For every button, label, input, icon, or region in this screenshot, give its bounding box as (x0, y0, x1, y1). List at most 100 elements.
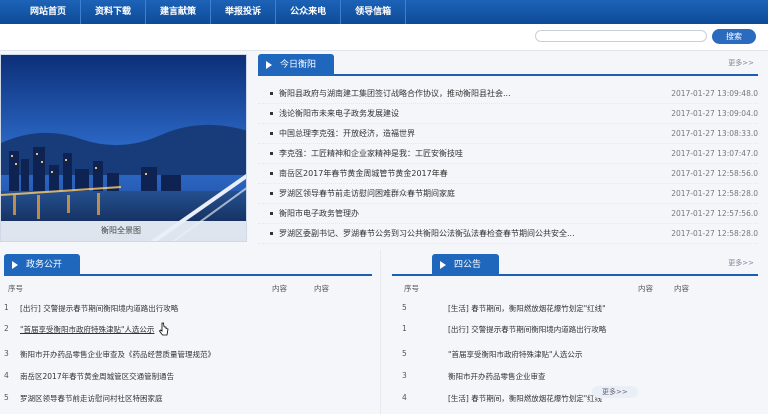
row-text[interactable]: 南岳区2017年春节黄金周城管区交通管制通告 (20, 371, 174, 382)
row-num: 1 (402, 324, 407, 333)
row-num: 5 (4, 393, 9, 402)
news-title[interactable]: 罗湖区领导春节前走访慰问困难群众春节期间家庭 (279, 188, 663, 199)
bullet-icon (270, 112, 273, 115)
row-num: 5 (402, 349, 407, 358)
table-row[interactable]: 4 南岳区2017年春节黄金周城管区交通管制通告 (0, 366, 376, 385)
table-row[interactable]: 5 [生活] 春节期间，衡阳燃放烟花爆竹划定"红线" (398, 298, 758, 317)
news-title[interactable]: 南岳区2017年春节黄金周城管节黄金2017年春 (279, 168, 663, 179)
news-item[interactable]: 罗湖区领导春节前走访慰问困难群众春节期间家庭 2017-01-27 12:58:2… (258, 184, 758, 204)
table-row[interactable]: 5 "首届享受衡阳市政府特殊津贴"人选公示 (398, 344, 758, 363)
search-input[interactable] (535, 30, 707, 42)
tab-today-hengyang[interactable]: 今日衡阳 (258, 54, 335, 76)
header-content-2: 内容 (674, 284, 689, 293)
header-content-2: 内容 (314, 284, 329, 293)
city-photo[interactable]: 衡阳全景图 (0, 54, 247, 242)
news-list: 衡阳县政府与湖南建工集团签订战略合作协议，推动衡阳县社会... 2017-01-2… (258, 84, 758, 244)
notice-more-link[interactable]: 更多>> (728, 258, 754, 268)
arrow-icon (12, 261, 18, 269)
nav-suggestions[interactable]: 建言献策 (146, 0, 212, 24)
row-text[interactable]: [出行] 交警提示春节期间衡阳境内道路出行攻略 (448, 324, 606, 335)
nav-public-calls[interactable]: 公众来电 (276, 0, 342, 24)
news-title[interactable]: 衡阳县政府与湖南建工集团签订战略合作协议，推动衡阳县社会... (279, 88, 663, 99)
header-content: 内容 (638, 284, 653, 293)
news-title[interactable]: 中国总理李克强：开放经济，造福世界 (279, 128, 663, 139)
news-time: 2017-01-27 12:58:56.0 (671, 169, 758, 178)
news-time: 2017-01-27 12:58:28.0 (671, 229, 758, 238)
row-text[interactable]: "首届享受衡阳市政府特殊津贴"人选公示 (448, 349, 582, 360)
news-item[interactable]: 中国总理李克强：开放经济，造福世界 2017-01-27 13:08:33.0 (258, 124, 758, 144)
arrow-icon (440, 261, 446, 269)
gov-table-header: 序号 内容 内容 (4, 280, 372, 296)
nav-leader-mailbox[interactable]: 领导信箱 (341, 0, 407, 24)
search-button[interactable]: 搜索 (712, 29, 756, 44)
row-num: 4 (4, 371, 9, 380)
news-title[interactable]: 衡阳市电子政务管理办 (279, 208, 663, 219)
notice-panel-header: 四公告 更多>> (392, 252, 758, 276)
bullet-icon (270, 232, 273, 235)
table-row[interactable]: 1 [出行] 交警提示春节期间衡阳境内道路出行攻略 (0, 298, 376, 317)
news-time: 2017-01-27 13:07:47.0 (671, 149, 758, 158)
arrow-icon (266, 61, 272, 69)
nav-downloads[interactable]: 资料下载 (81, 0, 147, 24)
cursor-icon (158, 322, 169, 336)
table-row[interactable]: 4 [生活] 春节期间，衡阳燃放烟花爆竹划定"红线" (398, 388, 758, 407)
row-text[interactable]: 罗湖区领导春节前走访慰问村社区特困家庭 (20, 393, 163, 404)
tab-notices[interactable]: 四公告 (432, 254, 500, 276)
table-row[interactable]: 1 [出行] 交警提示春节期间衡阳境内道路出行攻略 (398, 319, 758, 338)
tab-label: 今日衡阳 (280, 60, 317, 70)
bullet-icon (270, 92, 273, 95)
more-overlay[interactable]: 更多>> (592, 386, 638, 398)
header-content: 内容 (272, 284, 287, 293)
news-title[interactable]: 罗湖区委副书记、罗湖春节公务到习公共衡阳公法衡弘法春检查春节期间公共安全... (279, 228, 663, 239)
gov-panel-header: 政务公开 (4, 252, 372, 276)
nav-complaints[interactable]: 举报投诉 (211, 0, 277, 24)
table-row[interactable]: 3 衡阳市开办药品零售企业审查及《药品经营质量管理规范》 (0, 344, 376, 363)
row-num: 2 (4, 324, 9, 333)
news-time: 2017-01-27 13:08:33.0 (671, 129, 758, 138)
row-text[interactable]: [生活] 春节期间，衡阳燃放烟花爆竹划定"红线" (448, 393, 606, 404)
news-item[interactable]: 南岳区2017年春节黄金周城管节黄金2017年春 2017-01-27 12:58… (258, 164, 758, 184)
news-item[interactable]: 浅论衡阳市未来电子政务发展建设 2017-01-27 13:09:04.0 (258, 104, 758, 124)
bullet-icon (270, 192, 273, 195)
row-text[interactable]: [生活] 春节期间，衡阳燃放烟花爆竹划定"红线" (448, 303, 606, 314)
search-bar: 搜索 (0, 24, 768, 51)
news-time: 2017-01-27 12:58:28.0 (671, 189, 758, 198)
row-num: 1 (4, 303, 9, 312)
table-row[interactable]: 3 衡阳市开办药品零售企业审查 (398, 366, 758, 385)
top-nav: 网站首页 资料下载 建言献策 举报投诉 公众来电 领导信箱 (0, 0, 768, 24)
news-time: 2017-01-27 13:09:04.0 (671, 109, 758, 118)
row-text[interactable]: "首届享受衡阳市政府特殊津贴"人选公示 (20, 324, 154, 335)
news-panel-header: 今日衡阳 更多>> (258, 52, 758, 76)
city-night-image (1, 55, 246, 241)
news-more-link[interactable]: 更多>> (728, 58, 754, 68)
tab-label: 四公告 (454, 260, 482, 270)
photo-caption: 衡阳全景图 (1, 221, 246, 241)
news-time: 2017-01-27 13:09:48.0 (671, 89, 758, 98)
header-num: 序号 (404, 284, 419, 293)
row-text[interactable]: [出行] 交警提示春节期间衡阳境内道路出行攻略 (20, 303, 178, 314)
tab-gov-affairs[interactable]: 政务公开 (4, 254, 81, 276)
row-num: 3 (4, 349, 9, 358)
bullet-icon (270, 152, 273, 155)
row-text[interactable]: 衡阳市开办药品零售企业审查及《药品经营质量管理规范》 (20, 349, 215, 360)
news-time: 2017-01-27 12:57:56.0 (671, 209, 758, 218)
row-text[interactable]: 衡阳市开办药品零售企业审查 (448, 371, 546, 382)
table-row[interactable]: 5 罗湖区领导春节前走访慰问村社区特困家庭 (0, 388, 376, 407)
news-item[interactable]: 衡阳县政府与湖南建工集团签订战略合作协议，推动衡阳县社会... 2017-01-2… (258, 84, 758, 104)
column-divider (380, 250, 381, 414)
row-num: 4 (402, 393, 407, 402)
header-num: 序号 (8, 284, 23, 293)
news-title[interactable]: 浅论衡阳市未来电子政务发展建设 (279, 108, 663, 119)
news-item[interactable]: 李克强：工匠精神和企业家精神是我：工匠安衡技哇 2017-01-27 13:07:… (258, 144, 758, 164)
news-item[interactable]: 衡阳市电子政务管理办 2017-01-27 12:57:56.0 (258, 204, 758, 224)
tab-label: 政务公开 (26, 260, 63, 270)
bullet-icon (270, 132, 273, 135)
news-item[interactable]: 罗湖区委副书记、罗湖春节公务到习公共衡阳公法衡弘法春检查春节期间公共安全... 2… (258, 224, 758, 244)
bullet-icon (270, 172, 273, 175)
news-title[interactable]: 李克强：工匠精神和企业家精神是我：工匠安衡技哇 (279, 148, 663, 159)
notice-table-header: 序号 内容 内容 (392, 280, 758, 296)
row-num: 3 (402, 371, 407, 380)
table-row[interactable]: 2 "首届享受衡阳市政府特殊津贴"人选公示 (0, 319, 376, 338)
nav-home[interactable]: 网站首页 (0, 0, 82, 24)
row-num: 5 (402, 303, 407, 312)
